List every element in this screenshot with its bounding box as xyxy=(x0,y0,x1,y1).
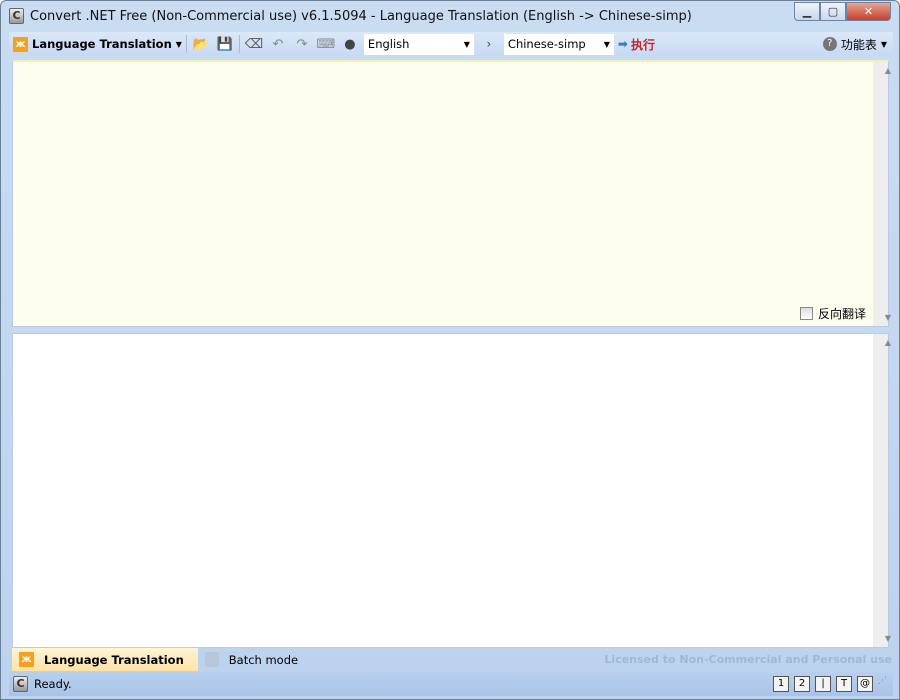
execute-button[interactable]: ➡ 执行 xyxy=(618,36,655,53)
target-language-value: Chinese-simp xyxy=(507,37,586,51)
globe-icon[interactable]: ● xyxy=(340,35,360,53)
chevron-down-icon: ▼ xyxy=(880,39,887,49)
mode-label: Language Translation xyxy=(32,37,172,51)
help-icon: ? xyxy=(822,37,837,51)
app-icon: C xyxy=(9,8,24,24)
reverse-label: 反向翻译 xyxy=(817,307,866,321)
status-text: Ready. xyxy=(34,677,72,691)
reverse-translation-checkbox[interactable]: 反向翻译 xyxy=(799,305,866,322)
input-textarea[interactable]: 反向翻译 ▲ ▼ xyxy=(12,60,891,327)
input-scrollbar[interactable]: ▲ ▼ xyxy=(873,62,891,326)
mode-tabs: ж Language Translation Batch mode Licens… xyxy=(12,648,892,671)
target-language-select[interactable]: Chinese-simp ▼ xyxy=(503,33,614,55)
tab-label: Batch mode xyxy=(228,652,299,667)
mode-dropdown[interactable]: ж Language Translation ▼ xyxy=(13,36,182,52)
license-text: Licensed to Non-Commercial and Personal … xyxy=(604,653,892,666)
source-language-select[interactable]: English ▼ xyxy=(363,33,474,55)
chevron-down-icon: ▼ xyxy=(603,39,610,49)
status-button-text[interactable]: T xyxy=(836,676,852,692)
save-icon[interactable]: 💾 xyxy=(215,35,235,53)
close-button[interactable]: ✕ xyxy=(846,2,891,21)
app-window: C Convert .NET Free (Non-Commercial use)… xyxy=(0,0,900,700)
output-scrollbar[interactable]: ▲ ▼ xyxy=(873,334,891,647)
tab-label: Language Translation xyxy=(44,652,184,667)
open-folder-icon[interactable]: 📂 xyxy=(191,35,211,53)
resize-grip-icon[interactable]: ⋰ xyxy=(878,676,887,692)
window-title: Convert .NET Free (Non-Commercial use) v… xyxy=(30,8,692,24)
chevron-down-icon: ▼ xyxy=(463,39,470,49)
app-icon: C xyxy=(13,676,28,692)
execute-icon: ➡ xyxy=(617,37,628,51)
output-textarea[interactable]: ▲ ▼ xyxy=(12,333,891,648)
batch-icon xyxy=(204,652,219,667)
divider xyxy=(238,35,240,53)
translation-icon: ж xyxy=(19,652,34,667)
status-bar: C Ready. 1 2 | T @ ⋰ xyxy=(9,672,893,696)
checkbox[interactable] xyxy=(799,307,813,320)
status-button-1[interactable]: 1 xyxy=(773,676,789,692)
chevron-down-icon: ▼ xyxy=(175,39,182,49)
help-menu-button[interactable]: ? 功能表 ▼ xyxy=(822,36,887,53)
eraser-icon[interactable]: ⌫ xyxy=(244,35,264,53)
help-label: 功能表 xyxy=(840,37,877,52)
execute-label: 执行 xyxy=(630,37,655,52)
status-button-at[interactable]: @ xyxy=(857,676,873,692)
tab-language-translation[interactable]: ж Language Translation xyxy=(12,648,198,671)
minimize-button[interactable]: ▁ xyxy=(794,2,820,21)
direction-arrow: › xyxy=(486,37,492,51)
undo-icon[interactable]: ↶ xyxy=(268,35,288,53)
source-language-value: English xyxy=(367,37,410,51)
redo-icon[interactable]: ↷ xyxy=(292,35,312,53)
translation-icon: ж xyxy=(13,36,28,52)
keyboard-icon[interactable]: ⌨ xyxy=(316,35,336,53)
status-button-2[interactable]: 2 xyxy=(794,676,810,692)
tab-batch-mode[interactable]: Batch mode xyxy=(198,648,312,671)
maximize-button[interactable]: ▢ xyxy=(820,2,846,21)
divider xyxy=(185,35,187,53)
status-button-cursor[interactable]: | xyxy=(815,676,831,692)
toolbar: ж Language Translation ▼ 📂 💾 ⌫ ↶ ↷ ⌨ ● E… xyxy=(9,32,893,56)
title-bar: C Convert .NET Free (Non-Commercial use)… xyxy=(9,5,692,27)
